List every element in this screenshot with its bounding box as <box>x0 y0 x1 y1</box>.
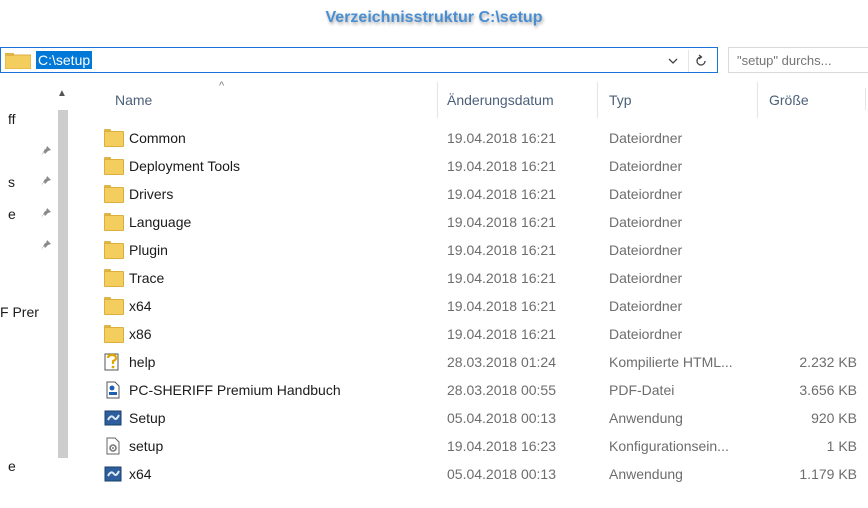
file-size: 3.656 KB <box>799 382 857 398</box>
file-type: PDF-Datei <box>609 382 675 398</box>
file-type: Dateiordner <box>609 158 683 174</box>
file-name: x64 <box>129 298 152 314</box>
file-date: 19.04.2018 16:21 <box>447 214 556 230</box>
list-item[interactable]: x86 19.04.2018 16:21 Dateiordner <box>0 320 868 348</box>
config-file-icon <box>104 437 122 455</box>
column-header-date[interactable]: Änderungsdatum <box>447 92 554 108</box>
sort-ascending-icon: ^ <box>219 80 225 92</box>
file-type: Kompilierte HTML... <box>609 354 733 370</box>
refresh-icon[interactable] <box>688 50 712 72</box>
file-date: 28.03.2018 01:24 <box>447 354 556 370</box>
folder-icon <box>104 241 124 259</box>
installer-app-icon <box>104 465 122 483</box>
search-box[interactable] <box>728 47 868 73</box>
column-header-name[interactable]: Name <box>115 92 152 108</box>
column-divider <box>865 88 866 110</box>
list-item[interactable]: Plugin 19.04.2018 16:21 Dateiordner <box>0 236 868 264</box>
file-name: x64 <box>129 466 152 482</box>
installer-app-icon <box>104 409 122 427</box>
file-name: Drivers <box>129 186 174 202</box>
list-item[interactable]: Common 19.04.2018 16:21 Dateiordner <box>0 124 868 152</box>
file-date: 05.04.2018 00:13 <box>447 466 556 482</box>
file-name: Trace <box>129 270 165 286</box>
list-item[interactable]: Language 19.04.2018 16:21 Dateiordner <box>0 208 868 236</box>
column-header-size[interactable]: Größe <box>769 92 809 108</box>
file-type: Konfigurationsein... <box>609 438 729 454</box>
scroll-up-icon[interactable]: ▲ <box>57 88 67 99</box>
list-item[interactable]: Deployment Tools 19.04.2018 16:21 Dateio… <box>0 152 868 180</box>
list-item[interactable]: Drivers 19.04.2018 16:21 Dateiordner <box>0 180 868 208</box>
file-name: x86 <box>129 326 152 342</box>
file-name: help <box>129 354 156 370</box>
list-item[interactable]: Setup 05.04.2018 00:13 Anwendung 920 KB <box>0 404 868 432</box>
file-size: 1.179 KB <box>799 466 857 482</box>
file-date: 19.04.2018 16:21 <box>447 130 556 146</box>
folder-icon <box>104 185 124 203</box>
file-date: 19.04.2018 16:21 <box>447 326 556 342</box>
list-item[interactable]: setup 19.04.2018 16:23 Konfigurationsein… <box>0 432 868 460</box>
file-name: Setup <box>129 410 166 426</box>
file-name: Plugin <box>129 242 168 258</box>
file-type: Dateiordner <box>609 326 683 342</box>
file-type: Anwendung <box>609 466 683 482</box>
column-divider[interactable] <box>757 82 758 118</box>
file-date: 19.04.2018 16:21 <box>447 298 556 314</box>
list-item[interactable]: x64 05.04.2018 00:13 Anwendung 1.179 KB <box>0 460 868 488</box>
file-date: 05.04.2018 00:13 <box>447 410 556 426</box>
folder-icon <box>104 269 124 287</box>
folder-icon <box>104 157 124 175</box>
address-path[interactable]: C:\setup <box>36 51 93 69</box>
chevron-down-icon[interactable] <box>668 54 678 68</box>
file-size: 1 KB <box>826 438 857 454</box>
folder-icon <box>104 129 124 147</box>
file-type: Dateiordner <box>609 130 683 146</box>
address-bar[interactable]: C:\setup <box>0 47 718 73</box>
file-type: Anwendung <box>609 410 683 426</box>
file-date: 19.04.2018 16:21 <box>447 158 556 174</box>
file-type: Dateiordner <box>609 186 683 202</box>
column-divider[interactable] <box>437 82 438 118</box>
folder-icon <box>104 325 124 343</box>
file-date: 19.04.2018 16:23 <box>447 438 556 454</box>
file-type: Dateiordner <box>609 298 683 314</box>
file-size: 920 KB <box>811 410 857 426</box>
file-type: Dateiordner <box>609 242 683 258</box>
file-date: 19.04.2018 16:21 <box>447 242 556 258</box>
list-item[interactable]: PC-SHERIFF Premium Handbuch 28.03.2018 0… <box>0 376 868 404</box>
chm-help-icon <box>104 353 122 371</box>
list-item[interactable]: help 28.03.2018 01:24 Kompilierte HTML..… <box>0 348 868 376</box>
file-date: 19.04.2018 16:21 <box>447 186 556 202</box>
file-size: 2.232 KB <box>799 354 857 370</box>
file-type: Dateiordner <box>609 270 683 286</box>
file-name: PC-SHERIFF Premium Handbuch <box>129 382 341 398</box>
search-input[interactable] <box>737 49 867 71</box>
page-caption: Verzeichnisstruktur C:\setup <box>325 9 543 26</box>
file-name: Deployment Tools <box>129 158 241 174</box>
file-name: setup <box>129 438 164 454</box>
file-name: Language <box>129 214 192 230</box>
column-header-type[interactable]: Typ <box>609 92 632 108</box>
list-item[interactable]: Trace 19.04.2018 16:21 Dateiordner <box>0 264 868 292</box>
pdf-file-icon <box>104 381 122 399</box>
folder-icon <box>104 213 124 231</box>
column-divider[interactable] <box>597 82 598 118</box>
folder-icon <box>4 53 32 74</box>
file-name: Common <box>129 130 186 146</box>
folder-icon <box>104 297 124 315</box>
file-date: 28.03.2018 00:55 <box>447 382 556 398</box>
file-date: 19.04.2018 16:21 <box>447 270 556 286</box>
list-item[interactable]: x64 19.04.2018 16:21 Dateiordner <box>0 292 868 320</box>
file-type: Dateiordner <box>609 214 683 230</box>
